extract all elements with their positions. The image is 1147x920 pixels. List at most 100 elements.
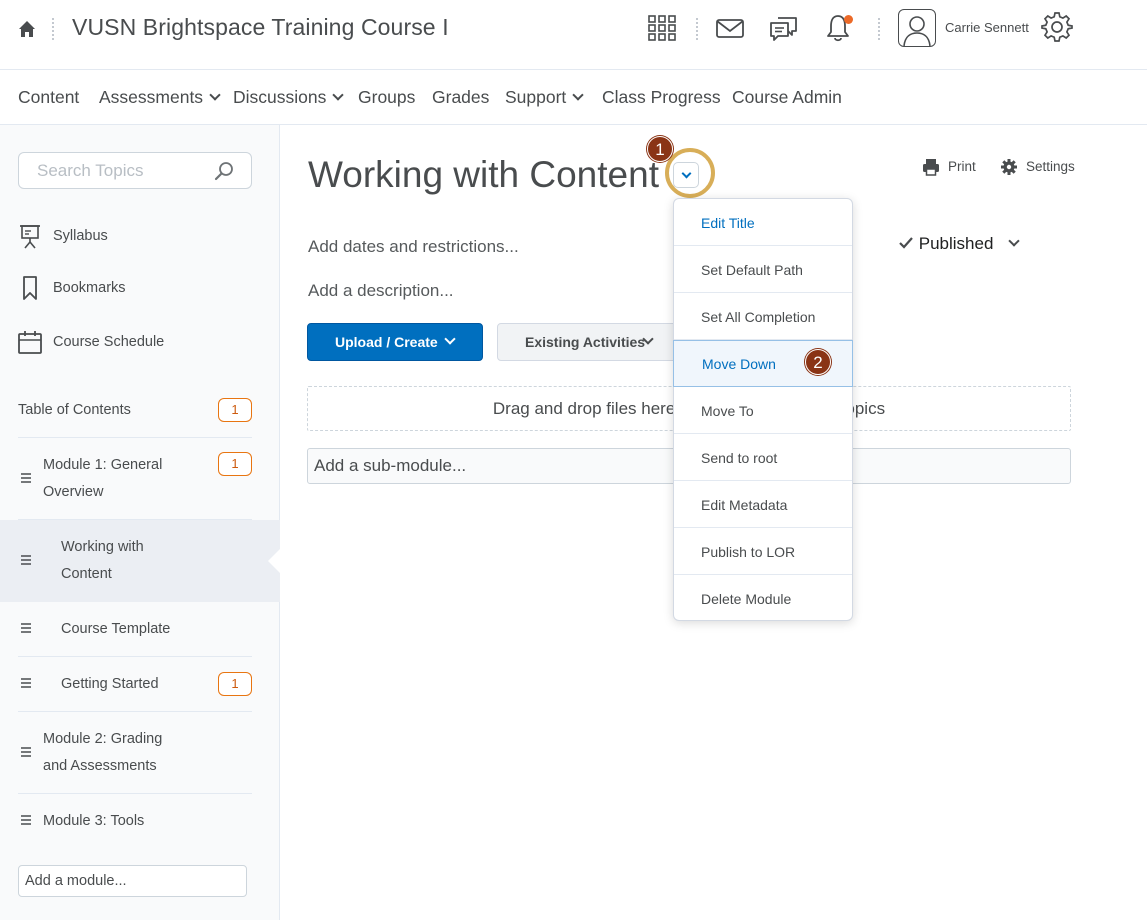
publish-status-dropdown[interactable]: Published bbox=[898, 234, 1020, 254]
nav-grades[interactable]: Grades bbox=[432, 87, 489, 108]
sidebar-link-bookmarks[interactable]: Bookmarks bbox=[18, 275, 258, 305]
nav-class-progress[interactable]: Class Progress bbox=[602, 87, 721, 108]
nav-label: Class Progress bbox=[602, 87, 721, 107]
drag-handle-icon[interactable] bbox=[21, 623, 31, 633]
toc-module-1[interactable]: Module 1: General Overview 1 bbox=[0, 438, 280, 520]
toc-module-working-with-content[interactable]: Working with Content bbox=[0, 520, 281, 602]
chevron-down-icon bbox=[572, 89, 584, 101]
add-dates-link[interactable]: Add dates and restrictions... bbox=[308, 237, 519, 257]
count-badge: 1 bbox=[218, 672, 252, 696]
module-title-line: Working with bbox=[61, 539, 144, 555]
checkmark-icon bbox=[899, 237, 913, 249]
module-title-line: Overview bbox=[43, 484, 104, 500]
menu-item-edit-title[interactable]: Edit Title bbox=[674, 199, 852, 246]
chevron-down-icon bbox=[209, 89, 221, 101]
mail-icon[interactable] bbox=[714, 12, 746, 44]
settings-label: Settings bbox=[1026, 159, 1075, 174]
presentation-icon bbox=[20, 225, 40, 249]
avatar-icon bbox=[903, 16, 931, 46]
nav-label: Content bbox=[18, 87, 80, 107]
upload-create-button[interactable]: Upload / Create bbox=[307, 323, 483, 361]
search-icon[interactable] bbox=[214, 161, 234, 181]
menu-item-set-default-path[interactable]: Set Default Path bbox=[674, 246, 852, 293]
module-title: Module 2: Grading and Assessments bbox=[43, 726, 162, 780]
gear-icon[interactable] bbox=[1041, 11, 1073, 43]
menu-item-label: Send to root bbox=[701, 450, 778, 466]
menu-item-set-all-completion[interactable]: Set All Completion bbox=[674, 293, 852, 340]
module-title: Working with Content bbox=[61, 534, 144, 588]
avatar[interactable] bbox=[898, 9, 936, 47]
calendar-icon bbox=[18, 331, 42, 354]
toc-module-2[interactable]: Module 2: Grading and Assessments bbox=[0, 712, 280, 794]
menu-item-publish-to-lor[interactable]: Publish to LOR bbox=[674, 528, 852, 575]
module-title-line: Module 2: Grading bbox=[43, 731, 163, 747]
nav-label: Support bbox=[505, 87, 567, 107]
count-badge: 1 bbox=[218, 452, 252, 476]
nav-support[interactable]: Support bbox=[505, 87, 584, 108]
menu-item-label: Publish to LOR bbox=[701, 544, 796, 560]
menu-item-move-to[interactable]: Move To bbox=[674, 387, 852, 434]
module-title: Getting Started bbox=[61, 676, 159, 692]
sidebar-link-label: Course Schedule bbox=[53, 334, 165, 350]
toc-module-course-template[interactable]: Course Template bbox=[0, 602, 280, 657]
notification-dot bbox=[844, 15, 853, 24]
content-sidebar: Syllabus Bookmarks Course Schedule Table… bbox=[0, 125, 281, 920]
drag-handle-icon[interactable] bbox=[21, 678, 31, 688]
nav-content[interactable]: Content bbox=[18, 87, 79, 108]
menu-item-label: Set Default Path bbox=[701, 262, 803, 278]
sidebar-link-label: Bookmarks bbox=[53, 280, 126, 296]
drag-handle-icon[interactable] bbox=[21, 555, 31, 565]
nav-label: Assessments bbox=[99, 87, 204, 107]
nav-discussions[interactable]: Discussions bbox=[233, 87, 345, 108]
waffle-grid-icon[interactable] bbox=[646, 12, 678, 44]
course-nav: Content Assessments Discussions Groups G… bbox=[0, 70, 1147, 125]
module-title: Module 1: General Overview bbox=[43, 452, 162, 506]
bookmark-icon bbox=[23, 276, 37, 300]
module-title-line: and Assessments bbox=[43, 758, 157, 774]
header-divider bbox=[878, 18, 880, 40]
sidebar-link-syllabus[interactable]: Syllabus bbox=[18, 223, 258, 253]
top-header: VUSN Brightspace Training Course I Carri… bbox=[0, 0, 1147, 70]
chevron-down-icon bbox=[681, 168, 692, 179]
toc-module-3[interactable]: Module 3: Tools bbox=[0, 794, 280, 849]
count-badge: 1 bbox=[218, 398, 252, 422]
add-module-input[interactable]: Add a module... bbox=[18, 865, 247, 897]
menu-item-edit-metadata[interactable]: Edit Metadata bbox=[674, 481, 852, 528]
nav-groups[interactable]: Groups bbox=[358, 87, 415, 108]
home-icon[interactable] bbox=[16, 18, 38, 40]
chat-icon[interactable] bbox=[768, 12, 800, 44]
menu-item-label: Delete Module bbox=[701, 591, 792, 607]
search-topics-box bbox=[18, 152, 252, 189]
menu-item-label: Move To bbox=[701, 403, 754, 419]
toc-label: Table of Contents bbox=[18, 402, 131, 418]
toc-module-getting-started[interactable]: Getting Started 1 bbox=[0, 657, 280, 712]
user-name[interactable]: Carrie Sennett bbox=[945, 20, 1029, 35]
print-label: Print bbox=[948, 159, 976, 174]
nav-label: Course Admin bbox=[732, 87, 842, 107]
search-input[interactable] bbox=[19, 153, 209, 188]
menu-item-delete-module[interactable]: Delete Module bbox=[674, 575, 852, 622]
table-of-contents[interactable]: Table of Contents 1 bbox=[0, 384, 280, 438]
drag-handle-icon[interactable] bbox=[21, 473, 31, 483]
drag-handle-icon[interactable] bbox=[21, 747, 31, 757]
nav-assessments[interactable]: Assessments bbox=[99, 87, 221, 108]
sidebar-link-label: Syllabus bbox=[53, 228, 108, 244]
nav-course-admin[interactable]: Course Admin bbox=[732, 87, 842, 108]
module-title-line: Module 1: General bbox=[43, 457, 163, 473]
menu-item-label: Move Down bbox=[702, 356, 776, 372]
menu-item-send-to-root[interactable]: Send to root bbox=[674, 434, 852, 481]
module-options-dropdown-button[interactable] bbox=[673, 162, 699, 188]
header-divider bbox=[52, 18, 54, 40]
course-title[interactable]: VUSN Brightspace Training Course I bbox=[72, 14, 449, 41]
active-indicator bbox=[268, 548, 281, 574]
add-description-link[interactable]: Add a description... bbox=[308, 281, 454, 301]
existing-activities-button[interactable]: Existing Activities bbox=[497, 323, 677, 361]
chevron-down-icon bbox=[444, 333, 456, 345]
sidebar-link-course-schedule[interactable]: Course Schedule bbox=[18, 329, 258, 359]
drag-handle-icon[interactable] bbox=[21, 815, 31, 825]
module-title-line: Content bbox=[61, 566, 112, 582]
page-title[interactable]: Working with Content bbox=[308, 154, 659, 196]
status-label: Published bbox=[918, 234, 994, 253]
nav-label: Grades bbox=[432, 87, 490, 107]
module-options-menu: Edit Title Set Default Path Set All Comp… bbox=[673, 198, 853, 621]
